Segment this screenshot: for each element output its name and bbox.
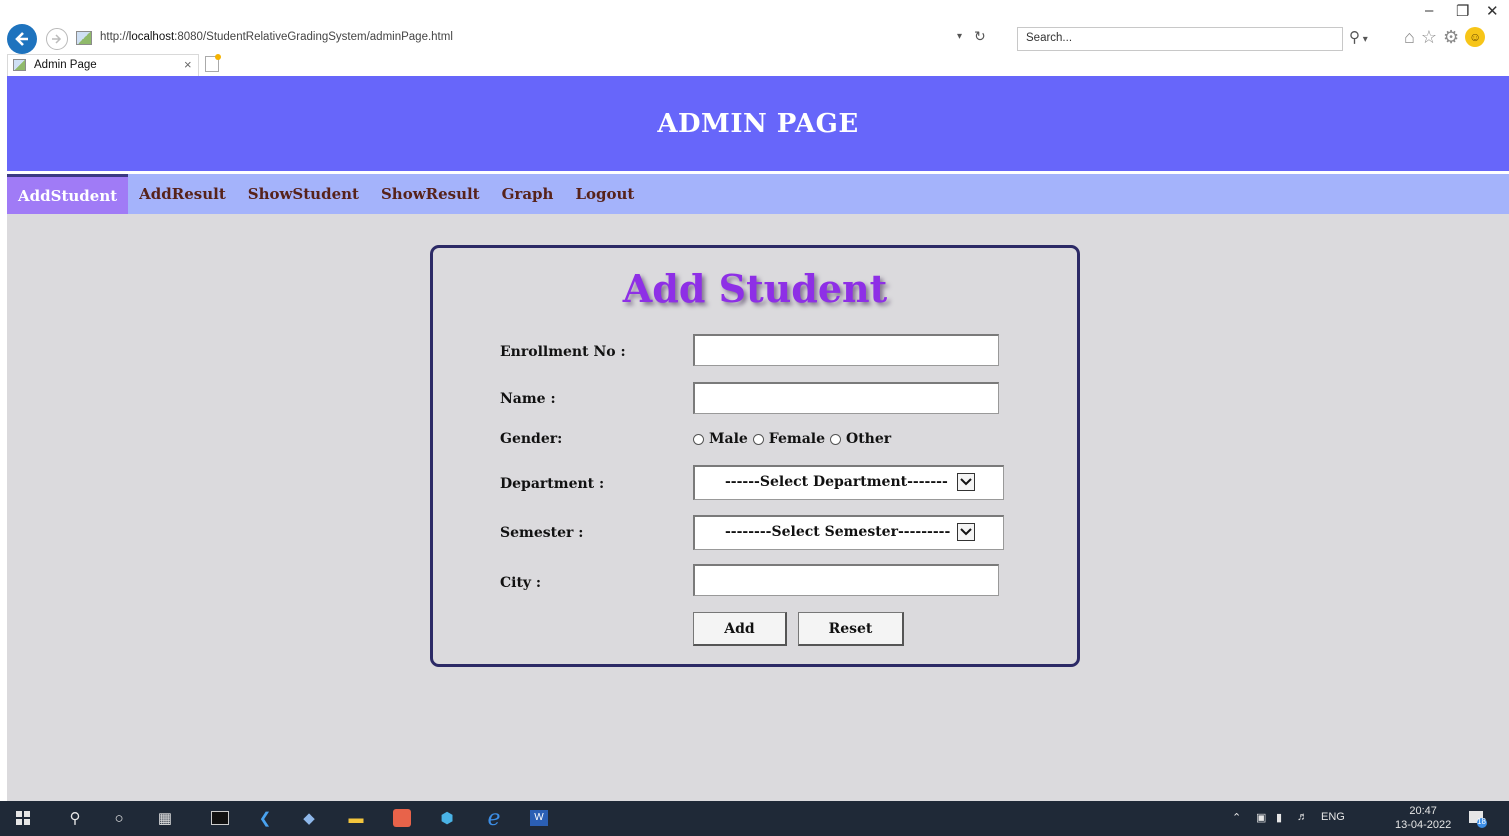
toolbar-icons: ⌂ ☆ ⚙ ☺ (1404, 27, 1486, 48)
semester-select[interactable]: --------Select Semester--------- (693, 515, 1004, 550)
search-placeholder: Search... (1026, 32, 1073, 44)
semester-selected-value: --------Select Semester--------- (725, 524, 951, 540)
notification-count: 18 (1477, 817, 1486, 826)
windows-start-icon[interactable] (12, 807, 34, 829)
reset-button[interactable]: Reset (798, 612, 904, 646)
word-icon[interactable]: W (528, 807, 550, 829)
search-icon[interactable]: ⚲ ▾ (1349, 28, 1368, 46)
department-select[interactable]: ------Select Department------- (693, 465, 1004, 500)
chevron-down-icon[interactable] (957, 523, 975, 541)
semester-label: Semester : (500, 525, 584, 541)
notification-icon[interactable]: 18 (1466, 807, 1488, 829)
home-icon[interactable]: ⌂ (1404, 27, 1415, 48)
gear-icon[interactable]: ⚙ (1443, 27, 1459, 48)
tab-close-icon[interactable]: × (184, 57, 192, 72)
nav-showstudent[interactable]: ShowStudent (237, 174, 370, 214)
gender-female-label: Female (768, 431, 825, 447)
url-prefix: http:// (100, 31, 129, 43)
taskbar: ⚲ ○ ▦ ❮ ◆ ▬ ⬢ e W ⌃ ▣ ▮ ♬ ENG 20:47 13-0… (0, 801, 1509, 836)
page-favicon-icon (76, 31, 92, 45)
address-bar[interactable]: http://localhost:8080/StudentRelativeGra… (100, 31, 453, 43)
department-label: Department : (500, 476, 605, 492)
forward-arrow-icon (52, 34, 62, 44)
enrollment-input[interactable] (693, 334, 999, 366)
city-input[interactable] (693, 564, 999, 596)
name-input[interactable] (693, 382, 999, 414)
url-path: :8080/StudentRelativeGradingSystem/admin… (174, 31, 453, 43)
search-icon[interactable]: ⚲ (64, 807, 86, 829)
app-icon[interactable]: ◆ (298, 807, 320, 829)
address-controls: ▾ ↻ (957, 28, 986, 45)
name-label: Name : (500, 391, 556, 407)
back-button[interactable] (7, 24, 37, 54)
gender-label: Gender: (500, 431, 563, 447)
nav-bar: AddStudent AddResult ShowStudent ShowRes… (7, 174, 1509, 214)
gender-other-radio[interactable] (830, 433, 841, 445)
tab-title: Admin Page (34, 59, 97, 71)
new-tab-icon[interactable] (205, 54, 221, 72)
city-label: City : (500, 575, 542, 591)
nav-graph[interactable]: Graph (491, 174, 565, 214)
clock[interactable]: 20:47 13-04-2022 (1395, 804, 1451, 832)
page-title: ADMIN PAGE (657, 108, 859, 139)
chevron-down-icon[interactable] (957, 473, 975, 491)
xampp-icon[interactable] (391, 807, 413, 829)
enrollment-label: Enrollment No : (500, 344, 626, 360)
language-indicator[interactable]: ENG (1321, 811, 1345, 823)
gender-other-label: Other (846, 431, 892, 447)
close-window-icon[interactable]: ✕ (1486, 2, 1499, 20)
file-explorer-icon[interactable]: ▬ (345, 807, 367, 829)
cortana-icon[interactable]: ○ (108, 807, 130, 829)
battery-icon[interactable]: ▮ (1276, 811, 1282, 824)
feedback-smiley-icon[interactable]: ☺ (1465, 27, 1486, 47)
volume-icon[interactable]: ♬ (1297, 811, 1308, 823)
url-host: localhost (128, 31, 175, 43)
favorites-star-icon[interactable]: ☆ (1421, 27, 1437, 48)
tray-app-icon[interactable]: ▣ (1256, 811, 1266, 824)
nav-addresult[interactable]: AddResult (128, 174, 237, 214)
clock-date: 13-04-2022 (1395, 819, 1452, 831)
browser-tab[interactable]: Admin Page × (7, 54, 199, 76)
department-selected-value: ------Select Department------- (725, 474, 948, 490)
task-view-icon[interactable]: ▦ (154, 807, 176, 829)
terminal-icon[interactable] (209, 807, 231, 829)
restore-icon[interactable]: ❐ (1456, 2, 1469, 20)
dropdown-arrow-icon[interactable]: ▾ (957, 31, 962, 42)
header-banner: ADMIN PAGE (7, 76, 1509, 171)
refresh-icon[interactable]: ↻ (974, 28, 986, 45)
page-body: ADMIN PAGE AddStudent AddResult ShowStud… (7, 76, 1509, 801)
search-box[interactable]: Search... (1017, 27, 1343, 51)
tab-favicon-icon (13, 59, 26, 71)
clock-time: 20:47 (1409, 805, 1437, 817)
nav-logout[interactable]: Logout (564, 174, 645, 214)
minimize-icon[interactable]: – (1425, 2, 1433, 19)
gender-female-radio[interactable] (752, 433, 764, 445)
add-student-form: Add Student Enrollment No : Name : Gende… (430, 245, 1080, 667)
gender-male-radio[interactable] (693, 433, 704, 445)
vscode-icon[interactable]: ❮ (254, 807, 276, 829)
form-title: Add Student (622, 266, 888, 311)
nav-showresult[interactable]: ShowResult (370, 174, 491, 214)
back-arrow-icon (15, 32, 28, 46)
internet-explorer-icon[interactable]: e (483, 806, 505, 831)
browser-chrome: – ❐ ✕ http://localhost:8080/StudentRelat… (0, 0, 1509, 76)
gender-male-label: Male (709, 431, 748, 447)
add-button[interactable]: Add (693, 612, 787, 646)
forward-button[interactable] (46, 28, 68, 50)
gender-radio-group: Male Female Other (693, 431, 891, 447)
nav-addstudent[interactable]: AddStudent (7, 174, 129, 214)
chevron-up-icon[interactable]: ⌃ (1232, 811, 1241, 824)
app-cube-icon[interactable]: ⬢ (436, 807, 458, 829)
